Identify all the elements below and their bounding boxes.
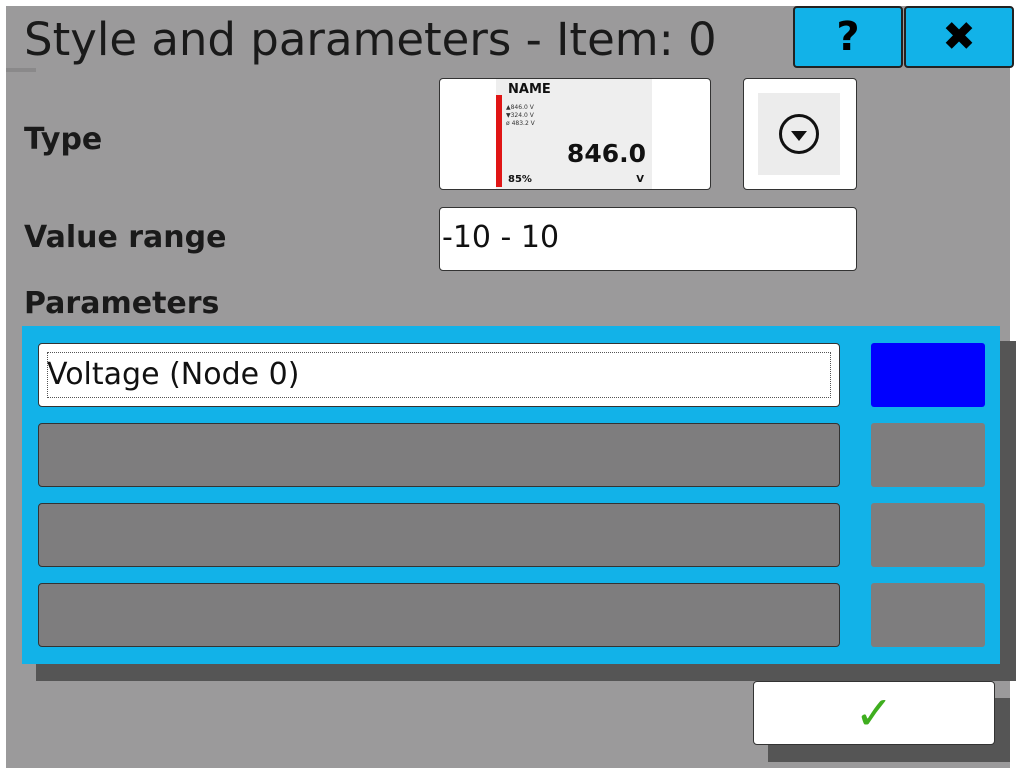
parameter-row-4[interactable] xyxy=(38,583,840,647)
preview-name: NAME xyxy=(508,82,551,97)
close-icon: ✖ xyxy=(942,14,976,60)
type-dropdown-button[interactable] xyxy=(743,78,857,190)
parameter-row-3[interactable] xyxy=(38,503,840,567)
preview-level-bar xyxy=(496,95,502,187)
close-button[interactable]: ✖ xyxy=(904,6,1014,68)
question-icon: ? xyxy=(836,14,860,60)
dialog-title: Style and parameters - Item: 0 xyxy=(24,13,717,66)
parameter-color-2[interactable] xyxy=(871,423,985,487)
style-parameters-dialog: Style and parameters - Item: 0 ? ✖ Type … xyxy=(6,6,1016,768)
parameter-color-4[interactable] xyxy=(871,583,985,647)
title-divider xyxy=(6,68,36,72)
preview-tile: NAME ▲846.0 V ▼324.0 V ø 483.2 V 846.0 8… xyxy=(496,79,652,189)
dropdown-icon-bg xyxy=(758,93,840,175)
type-preview[interactable]: NAME ▲846.0 V ▼324.0 V ø 483.2 V 846.0 8… xyxy=(439,78,711,190)
help-button[interactable]: ? xyxy=(793,6,903,68)
parameter-row-1-text: Voltage (Node 0) xyxy=(47,357,300,392)
preview-min: ▼324.0 V xyxy=(506,112,534,119)
value-range-input[interactable]: -10 - 10 xyxy=(439,207,857,271)
preview-percent: 85% xyxy=(508,174,532,185)
preview-max: ▲846.0 V xyxy=(506,104,534,111)
preview-value: 846.0 xyxy=(566,139,646,168)
preview-stats: ▲846.0 V ▼324.0 V ø 483.2 V xyxy=(506,104,535,128)
checkmark-icon: ✓ xyxy=(854,686,894,740)
parameters-panel: Voltage (Node 0) xyxy=(22,326,1000,664)
value-range-label: Value range xyxy=(24,220,227,255)
parameters-label: Parameters xyxy=(24,286,220,321)
parameter-row-2[interactable] xyxy=(38,423,840,487)
type-label: Type xyxy=(24,122,103,157)
preview-avg: ø 483.2 V xyxy=(506,120,535,127)
parameter-row-1[interactable]: Voltage (Node 0) xyxy=(38,343,840,407)
parameter-color-1[interactable] xyxy=(871,343,985,407)
preview-unit: V xyxy=(636,174,644,185)
ok-button[interactable]: ✓ xyxy=(753,681,995,745)
chevron-down-circle-icon xyxy=(779,114,819,154)
parameter-color-3[interactable] xyxy=(871,503,985,567)
